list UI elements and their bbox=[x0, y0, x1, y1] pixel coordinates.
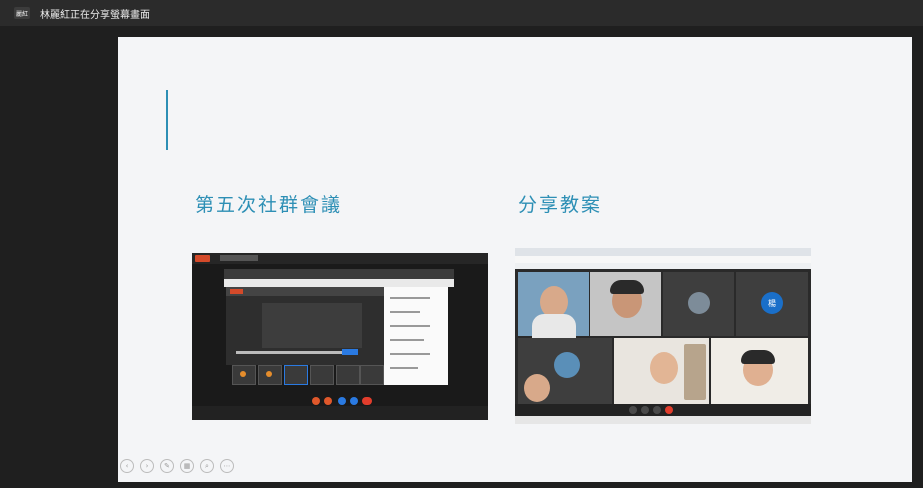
participant-avatar bbox=[240, 371, 246, 377]
screenshot-message bbox=[236, 351, 348, 354]
screenshot-chat-panel bbox=[384, 287, 448, 385]
top-bar: 麗紅 林麗紅正在分享螢幕畫面 bbox=[0, 0, 923, 26]
end-call-icon bbox=[362, 397, 372, 405]
meeting-screenshot-left bbox=[192, 253, 488, 420]
screenshot-taskbar bbox=[515, 416, 811, 424]
presenter-avatar: 麗紅 bbox=[14, 7, 30, 19]
more-icon[interactable]: ⋯ bbox=[220, 459, 234, 473]
participant-tile bbox=[614, 338, 709, 404]
slide-heading-right: 分享教案 bbox=[518, 194, 603, 216]
chat-line bbox=[390, 297, 430, 299]
participant-thumbnail bbox=[360, 365, 384, 385]
participant-hair bbox=[741, 350, 775, 364]
participant-avatar bbox=[266, 371, 272, 377]
share-icon bbox=[653, 406, 661, 414]
more-icon bbox=[350, 397, 358, 405]
next-slide-icon[interactable]: › bbox=[140, 459, 154, 473]
participant-avatar-letter: 楊 bbox=[761, 292, 783, 314]
previous-slide-icon[interactable]: ‹ bbox=[120, 459, 134, 473]
grid-icon[interactable]: ▦ bbox=[180, 459, 194, 473]
shared-slide: 第五次社群會議 分享教案 楊 ‹ › ✎ ▦ ⌕ ⋯ bbox=[118, 37, 912, 482]
mic-icon bbox=[629, 406, 637, 414]
share-icon bbox=[338, 397, 346, 405]
zoom-icon[interactable]: ⌕ bbox=[200, 459, 214, 473]
participant-tile bbox=[518, 338, 612, 404]
participant-thumbnail bbox=[310, 365, 334, 385]
chat-line bbox=[390, 339, 424, 341]
slide-heading-left: 第五次社群會議 bbox=[195, 194, 343, 216]
end-call-icon bbox=[665, 406, 673, 414]
chat-line bbox=[390, 367, 418, 369]
meeting-screenshot-right: 楊 bbox=[515, 248, 811, 424]
screenshot-title bbox=[220, 255, 258, 261]
pen-icon[interactable]: ✎ bbox=[160, 459, 174, 473]
participant-thumbnail bbox=[284, 365, 308, 385]
participant-tile bbox=[711, 338, 808, 404]
chat-line bbox=[390, 353, 430, 355]
screenshot-bottom-bar bbox=[192, 406, 488, 420]
camera-icon bbox=[324, 397, 332, 405]
chat-line bbox=[390, 311, 420, 313]
participant-tile bbox=[590, 272, 661, 336]
participant-tile bbox=[663, 272, 734, 336]
participant-thumbnail bbox=[336, 365, 360, 385]
screenshot-inner-bar bbox=[226, 287, 384, 296]
screenshot-inner-badge bbox=[230, 289, 243, 294]
slide-toolbar: ‹ › ✎ ▦ ⌕ ⋯ bbox=[120, 459, 234, 473]
person-icon bbox=[688, 292, 710, 314]
screenshot-browser-tabs bbox=[515, 248, 811, 256]
camera-icon bbox=[641, 406, 649, 414]
accent-line bbox=[166, 90, 168, 150]
screen-share-status: 林麗紅正在分享螢幕畫面 bbox=[40, 9, 150, 21]
participant-shirt bbox=[532, 314, 576, 338]
screenshot-blue-button bbox=[342, 349, 358, 355]
participant-hair bbox=[610, 280, 644, 294]
participant-face bbox=[524, 374, 550, 402]
screenshot-recording-badge bbox=[195, 255, 210, 262]
mic-icon bbox=[312, 397, 320, 405]
bookshelf bbox=[684, 344, 706, 400]
screenshot-inner-content bbox=[262, 303, 362, 348]
chat-line bbox=[390, 325, 430, 327]
participant-tile bbox=[518, 272, 589, 338]
participant-avatar bbox=[554, 352, 580, 378]
screenshot-bottom-bar bbox=[515, 404, 811, 416]
screenshot-address-bar bbox=[515, 256, 811, 263]
screenshot-bookmarks-bar bbox=[515, 263, 811, 269]
participant-tile: 楊 bbox=[736, 272, 808, 336]
participant-face bbox=[650, 352, 678, 384]
screenshot-address-bar bbox=[224, 279, 454, 287]
